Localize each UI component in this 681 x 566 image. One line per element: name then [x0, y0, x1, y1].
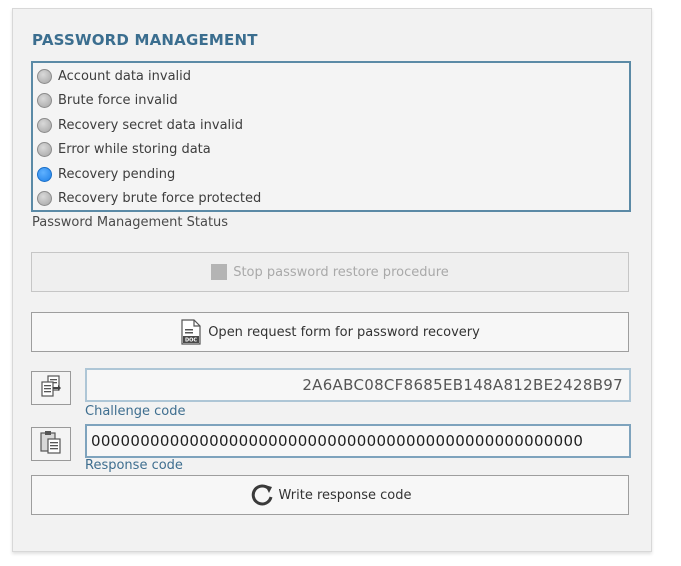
response-code-field[interactable]: 0000000000000000000000000000000000000000…: [85, 424, 631, 458]
status-item-label: Brute force invalid: [58, 92, 178, 108]
write-button-label: Write response code: [278, 487, 412, 503]
panel-title: PASSWORD MANAGEMENT: [32, 31, 258, 49]
response-code-label: Response code: [85, 458, 183, 473]
status-led-icon: [37, 141, 52, 157]
status-item-recovery-brute-force-protected: Recovery brute force protected: [37, 187, 261, 209]
doc-icon: DOC: [180, 319, 202, 345]
status-item-error-storing-data: Error while storing data: [37, 138, 211, 160]
status-item-recovery-pending: Recovery pending: [37, 163, 175, 185]
status-item-label: Error while storing data: [58, 141, 211, 157]
status-item-account-data-invalid: Account data invalid: [37, 65, 191, 87]
challenge-code-label: Challenge code: [85, 404, 186, 419]
svg-text:DOC: DOC: [185, 338, 197, 344]
copy-challenge-button[interactable]: [31, 371, 71, 405]
status-item-label: Recovery brute force protected: [58, 190, 262, 206]
status-led-icon: [37, 117, 52, 133]
status-item-brute-force-invalid: Brute force invalid: [37, 89, 178, 111]
challenge-code-field[interactable]: 2A6ABC08CF8685EB148A812BE2428B97: [85, 368, 631, 402]
open-request-form-button[interactable]: DOC Open request form for password recov…: [31, 312, 629, 352]
stop-icon: [211, 264, 228, 280]
status-caption: Password Management Status: [32, 215, 229, 230]
status-item-label: Account data invalid: [58, 68, 192, 84]
status-led-active-icon: [37, 166, 52, 182]
status-item-recovery-secret-invalid: Recovery secret data invalid: [37, 114, 243, 136]
status-item-label: Recovery secret data invalid: [58, 117, 244, 133]
open-form-button-label: Open request form for password recovery: [208, 324, 480, 340]
password-management-panel: PASSWORD MANAGEMENT Account data invalid…: [12, 8, 652, 552]
status-item-label: Recovery pending: [58, 166, 176, 182]
write-response-code-button[interactable]: Write response code: [31, 475, 629, 515]
status-led-icon: [37, 190, 52, 206]
paste-icon: [39, 430, 63, 458]
status-led-icon: [37, 68, 52, 84]
status-led-icon: [37, 92, 52, 108]
stop-button-label: Stop password restore procedure: [233, 264, 449, 280]
refresh-icon: [249, 482, 275, 508]
copy-icon: [39, 374, 63, 402]
status-list: Account data invalid Brute force invalid…: [31, 61, 631, 212]
paste-response-button[interactable]: [31, 427, 71, 461]
stop-password-restore-button[interactable]: Stop password restore procedure: [31, 252, 629, 292]
